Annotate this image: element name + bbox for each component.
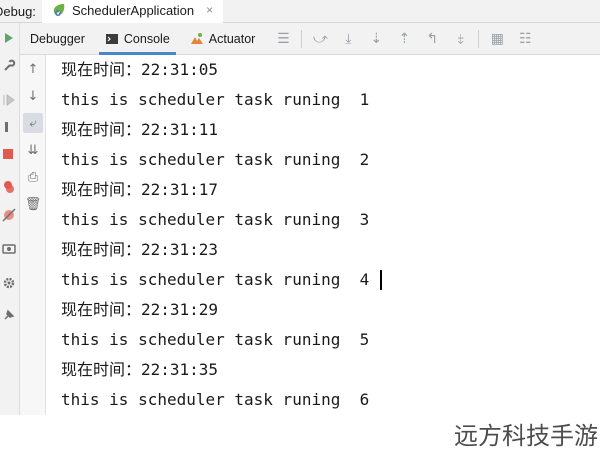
pin-icon[interactable] — [2, 308, 16, 322]
console-line: 现在时间：22:31:35 — [61, 360, 219, 379]
print-icon[interactable]: ⎙ — [23, 167, 43, 187]
settings-icon[interactable] — [2, 276, 16, 290]
scroll-down-icon[interactable]: ↓ — [23, 86, 43, 106]
scroll-to-end-icon[interactable]: ⇊ — [23, 140, 43, 160]
console-line: this is scheduler task runing 1 — [61, 90, 370, 109]
console-line: this is scheduler task runing 3 — [61, 210, 370, 229]
app-tab-title: SchedulerApplication — [72, 2, 195, 18]
console-line: 现在时间：22:31:17 — [61, 180, 219, 199]
evaluate-expression-icon[interactable]: ⤈ — [446, 23, 474, 55]
debug-tool-window-bar: Debugger Console Actuator ☰ ⤻ ⤓ ⇣ ⇡ ↰ ⤈ … — [20, 23, 600, 55]
close-icon[interactable]: × — [206, 3, 213, 17]
actuator-icon — [190, 32, 203, 44]
layout-settings-icon[interactable]: ☷ — [511, 23, 539, 55]
toolbar-divider — [301, 29, 303, 48]
tab-debugger-label: Debugger — [30, 31, 85, 46]
console-line: this is scheduler task runing 2 — [61, 150, 370, 169]
view-breakpoints-icon[interactable] — [2, 180, 16, 194]
bottom-margin — [0, 415, 47, 455]
toolbar-divider — [478, 29, 480, 48]
step-over-icon[interactable]: ⤓ — [334, 23, 362, 55]
console-actions-column: ↑ ↓ ⤶ ⇊ ⎙ 🗑 — [20, 55, 46, 415]
console-line: 现在时间：22:31:05 — [61, 60, 219, 79]
tab-console[interactable]: Console — [95, 23, 180, 55]
rerun-icon[interactable] — [2, 31, 16, 45]
console-line: 现在时间：22:31:29 — [61, 300, 219, 319]
tab-actuator[interactable]: Actuator — [180, 23, 266, 55]
debug-actions-strip — [0, 23, 20, 455]
debug-tab-bar: Debug: SchedulerApplication × — [0, 0, 600, 23]
debug-label: Debug: — [0, 3, 36, 19]
watermark: 远方科技手游 — [454, 422, 598, 450]
resume-icon[interactable] — [2, 93, 16, 107]
text-caret — [380, 270, 382, 290]
menu-icon[interactable]: ☰ — [269, 23, 297, 55]
console-line: this is scheduler task runing 4 — [61, 270, 370, 289]
console-line: this is scheduler task runing 6 — [61, 390, 370, 409]
pause-icon[interactable] — [2, 120, 16, 134]
spring-boot-icon — [53, 4, 65, 16]
step-into-icon[interactable]: ⇣ — [362, 23, 390, 55]
console-line: 现在时间：22:31:11 — [61, 120, 219, 139]
console-output[interactable]: 现在时间：22:31:05 this is scheduler task run… — [47, 55, 600, 455]
show-execution-point-icon[interactable]: ⤻ — [306, 23, 334, 55]
console-icon — [105, 33, 118, 44]
scheduler-application-tab[interactable]: SchedulerApplication × — [42, 0, 224, 23]
soft-wrap-icon[interactable]: ⤶ — [23, 113, 43, 133]
camera-icon[interactable] — [2, 241, 16, 255]
scroll-up-icon[interactable]: ↑ — [23, 59, 43, 79]
run-to-cursor-icon[interactable]: ↰ — [418, 23, 446, 55]
clear-all-icon[interactable]: 🗑 — [23, 194, 43, 214]
tab-debugger[interactable]: Debugger — [20, 23, 95, 55]
step-out-icon[interactable]: ⇡ — [390, 23, 418, 55]
tab-console-label: Console — [123, 31, 170, 46]
console-line: this is scheduler task runing 5 — [61, 330, 370, 349]
console-line: 现在时间：22:31:23 — [61, 240, 219, 259]
table-icon[interactable]: ▦ — [483, 23, 511, 55]
tab-actuator-label: Actuator — [208, 31, 256, 46]
debug-step-toolbar: ☰ ⤻ ⤓ ⇣ ⇡ ↰ ⤈ ▦ ☷ — [269, 23, 539, 55]
mute-breakpoints-icon[interactable] — [2, 208, 16, 222]
stop-icon[interactable] — [2, 147, 16, 161]
wrench-icon[interactable] — [2, 59, 16, 73]
